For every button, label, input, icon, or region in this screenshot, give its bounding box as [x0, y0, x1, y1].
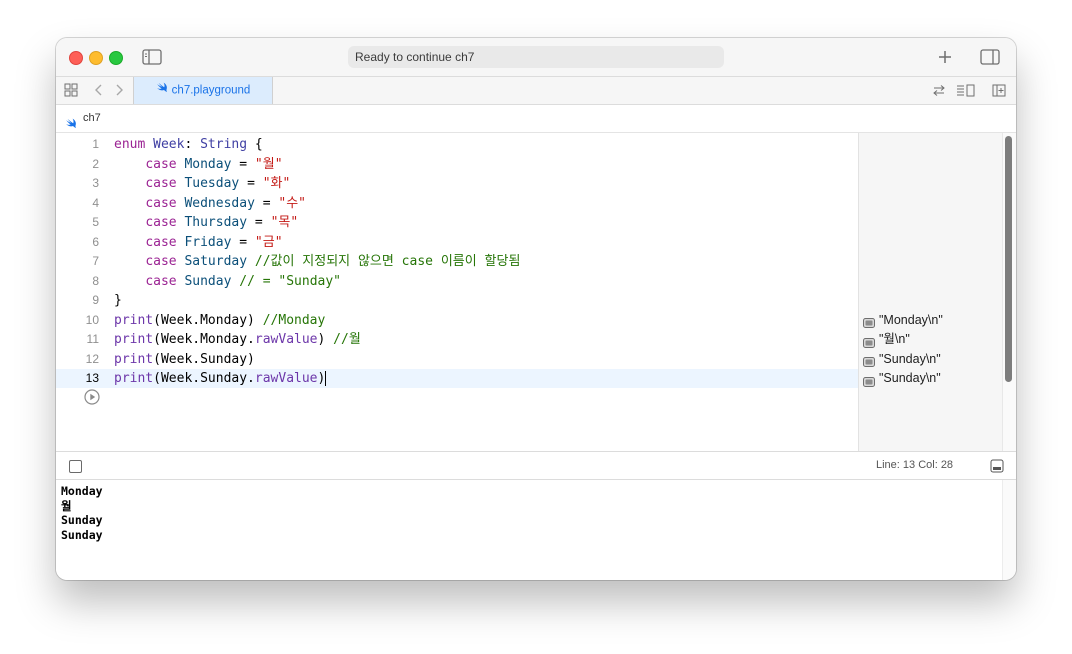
chevron-left-icon[interactable] — [94, 83, 104, 97]
code-text: case Thursday = "목" — [145, 215, 299, 230]
code-text: enum Week: String { — [114, 137, 263, 152]
code-line[interactable]: 8 case Sunday // = "Sunday" — [56, 272, 858, 291]
quick-look-icon[interactable] — [863, 374, 875, 387]
code-text: case Friday = "금" — [145, 234, 283, 250]
add-plus-icon[interactable] — [935, 48, 955, 66]
code-line[interactable]: 13 print(Week.Sunday.rawValue) — [56, 369, 858, 388]
line-number: 2 — [92, 156, 99, 171]
line-number: 6 — [92, 234, 99, 249]
console-line: Sunday — [61, 527, 103, 542]
cursor-position: Line: 13 Col: 28 — [876, 459, 954, 471]
tab-label: ch7.playground — [171, 84, 251, 97]
text-caret — [325, 371, 327, 386]
xcode-playground-window: Ready to continue ch7 ch7.playground ch7… — [56, 38, 1016, 580]
code-text: print(Week.Monday) //Monday — [114, 312, 326, 328]
jump-bar: ch7 — [56, 105, 1016, 133]
debug-bar: Line: 13 Col: 28 — [56, 451, 1016, 480]
code-line[interactable]: 2 case Monday = "월" — [56, 155, 858, 174]
code-line[interactable]: 4 case Wednesday = "수" — [56, 194, 858, 213]
code-line[interactable]: 5 case Thursday = "목" — [56, 213, 858, 232]
result-value: "Sunday\n" — [879, 351, 941, 366]
chevron-right-icon[interactable] — [114, 83, 124, 97]
editor-options-icon[interactable] — [956, 84, 976, 97]
code-text: case Tuesday = "화" — [145, 176, 291, 191]
navigator-toggle-icon[interactable] — [142, 48, 162, 66]
code-line[interactable]: 12 print(Week.Sunday) — [56, 350, 858, 369]
result-item[interactable]: "Monday\n" — [863, 311, 943, 330]
result-value: "월\n" — [879, 332, 910, 346]
code-line[interactable]: 11 print(Week.Monday.rawValue) //월 — [56, 330, 858, 349]
console-line: Monday — [61, 484, 103, 498]
run-playground-button[interactable] — [84, 389, 100, 405]
console-output[interactable]: Monday 월 Sunday Sunday — [56, 480, 1002, 580]
code-text: case Saturday //값이 지정되지 않으면 case 이름이 할당됨 — [145, 254, 521, 269]
line-number: 11 — [86, 332, 99, 346]
editor-scrollbar-thumb[interactable] — [1005, 136, 1012, 382]
code-text: print(Week.Monday.rawValue) //월 — [114, 332, 361, 347]
line-number: 7 — [92, 254, 99, 268]
code-text: case Wednesday = "수" — [145, 195, 307, 211]
result-value: "Monday\n" — [879, 312, 943, 327]
code-text: print(Week.Sunday.rawValue) — [114, 371, 327, 386]
code-line[interactable]: 6 case Friday = "금" — [56, 233, 858, 252]
code-line[interactable]: 3 case Tuesday = "화" — [56, 174, 858, 193]
title-bar: Ready to continue ch7 — [56, 38, 1016, 77]
inspector-toggle-icon[interactable] — [980, 48, 1000, 66]
hide-console-icon[interactable] — [990, 459, 1004, 473]
line-number: 10 — [85, 312, 99, 327]
debug-area-toggle-checkbox[interactable] — [69, 460, 82, 473]
grid-icon[interactable] — [64, 83, 78, 97]
line-number: 9 — [92, 293, 99, 307]
swap-arrows-icon[interactable] — [932, 84, 946, 97]
add-editor-icon[interactable] — [992, 84, 1006, 97]
quick-look-icon[interactable] — [863, 315, 875, 329]
code-line[interactable]: 9} — [56, 291, 858, 310]
tab-bar: ch7.playground — [56, 77, 1016, 105]
activity-status: Ready to continue ch7 — [348, 46, 724, 68]
line-number: 5 — [92, 215, 99, 229]
console-line: Sunday — [61, 513, 103, 527]
minimize-window-button[interactable] — [89, 51, 103, 65]
code-text: print(Week.Sunday) — [114, 351, 255, 367]
console-scrollbar[interactable] — [1002, 480, 1016, 580]
code-line[interactable]: 7 case Saturday //값이 지정되지 않으면 case 이름이 할… — [56, 252, 858, 271]
swift-icon — [156, 77, 168, 104]
tab-ch7-playground[interactable]: ch7.playground — [133, 77, 273, 104]
code-editor[interactable]: 1 enum Week: String {2 case Monday = "월" 3… — [56, 133, 858, 451]
code-line[interactable]: 10 print(Week.Monday) //Monday — [56, 311, 858, 330]
code-line[interactable]: 1 enum Week: String { — [56, 135, 858, 154]
result-item[interactable]: "Sunday\n" — [863, 350, 941, 369]
result-value: "Sunday\n" — [879, 371, 941, 385]
quick-look-icon[interactable] — [863, 354, 875, 368]
code-text: case Monday = "월" — [145, 156, 283, 172]
code-text: case Sunday // = "Sunday" — [145, 273, 341, 289]
line-number: 12 — [85, 351, 99, 366]
line-number: 4 — [92, 195, 99, 210]
line-number: 8 — [92, 273, 99, 288]
breadcrumb-item[interactable]: ch7 — [83, 105, 101, 132]
line-number: 13 — [85, 371, 99, 385]
results-sidebar: "Monday\n" "월\n" "Sunday\n" "Sunday\n" — [858, 133, 1002, 451]
line-number: 3 — [92, 176, 99, 190]
quick-look-icon[interactable] — [863, 335, 875, 348]
line-number: 1 — [92, 137, 99, 151]
close-window-button[interactable] — [69, 51, 83, 65]
code-text: } — [114, 293, 122, 308]
console-line: 월 — [61, 498, 72, 513]
result-item[interactable]: "Sunday\n" — [863, 369, 941, 388]
result-item[interactable]: "월\n" — [863, 330, 910, 349]
zoom-window-button[interactable] — [109, 51, 123, 65]
